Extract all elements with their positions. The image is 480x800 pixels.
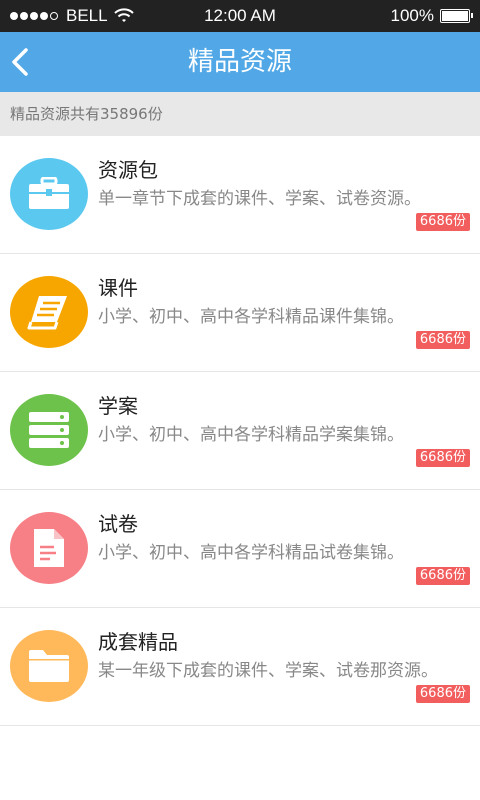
nav-bar: 精品资源 — [0, 32, 480, 92]
item-title: 课件 — [98, 276, 138, 300]
item-title: 试卷 — [98, 512, 138, 536]
document-icon — [10, 512, 88, 584]
list-item-courseware[interactable]: 课件 小学、初中、高中各学科精品课件集锦。 6686份 — [0, 254, 480, 372]
status-bar: BELL 12:00 AM 100% — [0, 0, 480, 32]
folder-icon — [10, 630, 88, 702]
status-right: 100% — [390, 6, 473, 26]
resource-list: 资源包 单一章节下成套的课件、学案、试卷资源。 6686份 课件 小学、初中、高… — [0, 136, 480, 726]
item-description: 某一年级下成套的课件、学案、试卷那资源。 — [98, 661, 438, 681]
count-badge: 6686份 — [415, 567, 470, 585]
item-title: 成套精品 — [98, 630, 178, 654]
chevron-left-icon — [12, 48, 28, 76]
battery-icon — [440, 9, 473, 23]
item-description: 小学、初中、高中各学科精品课件集锦。 — [98, 307, 404, 327]
list-item-resource-pack[interactable]: 资源包 单一章节下成套的课件、学案、试卷资源。 6686份 — [0, 136, 480, 254]
server-stack-icon — [10, 394, 88, 466]
summary-bar: 精品资源共有35896份 — [0, 92, 480, 136]
list-item-exam[interactable]: 试卷 小学、初中、高中各学科精品试卷集锦。 6686份 — [0, 490, 480, 608]
item-title: 学案 — [98, 394, 138, 418]
summary-text: 精品资源共有35896份 — [10, 105, 163, 123]
book-icon — [10, 276, 88, 348]
briefcase-icon — [10, 158, 88, 230]
count-badge: 6686份 — [415, 213, 470, 231]
count-badge: 6686份 — [415, 449, 470, 467]
item-description: 小学、初中、高中各学科精品试卷集锦。 — [98, 543, 404, 563]
item-description: 小学、初中、高中各学科精品学案集锦。 — [98, 425, 404, 445]
count-badge: 6686份 — [415, 331, 470, 349]
battery-percentage: 100% — [390, 6, 434, 25]
count-badge: 6686份 — [415, 685, 470, 703]
item-description: 单一章节下成套的课件、学案、试卷资源。 — [98, 189, 421, 209]
page-title: 精品资源 — [187, 47, 292, 77]
list-item-complete-set[interactable]: 成套精品 某一年级下成套的课件、学案、试卷那资源。 6686份 — [0, 608, 480, 726]
item-title: 资源包 — [98, 158, 158, 182]
back-button[interactable] — [0, 32, 50, 92]
list-item-lesson-plan[interactable]: 学案 小学、初中、高中各学科精品学案集锦。 6686份 — [0, 372, 480, 490]
